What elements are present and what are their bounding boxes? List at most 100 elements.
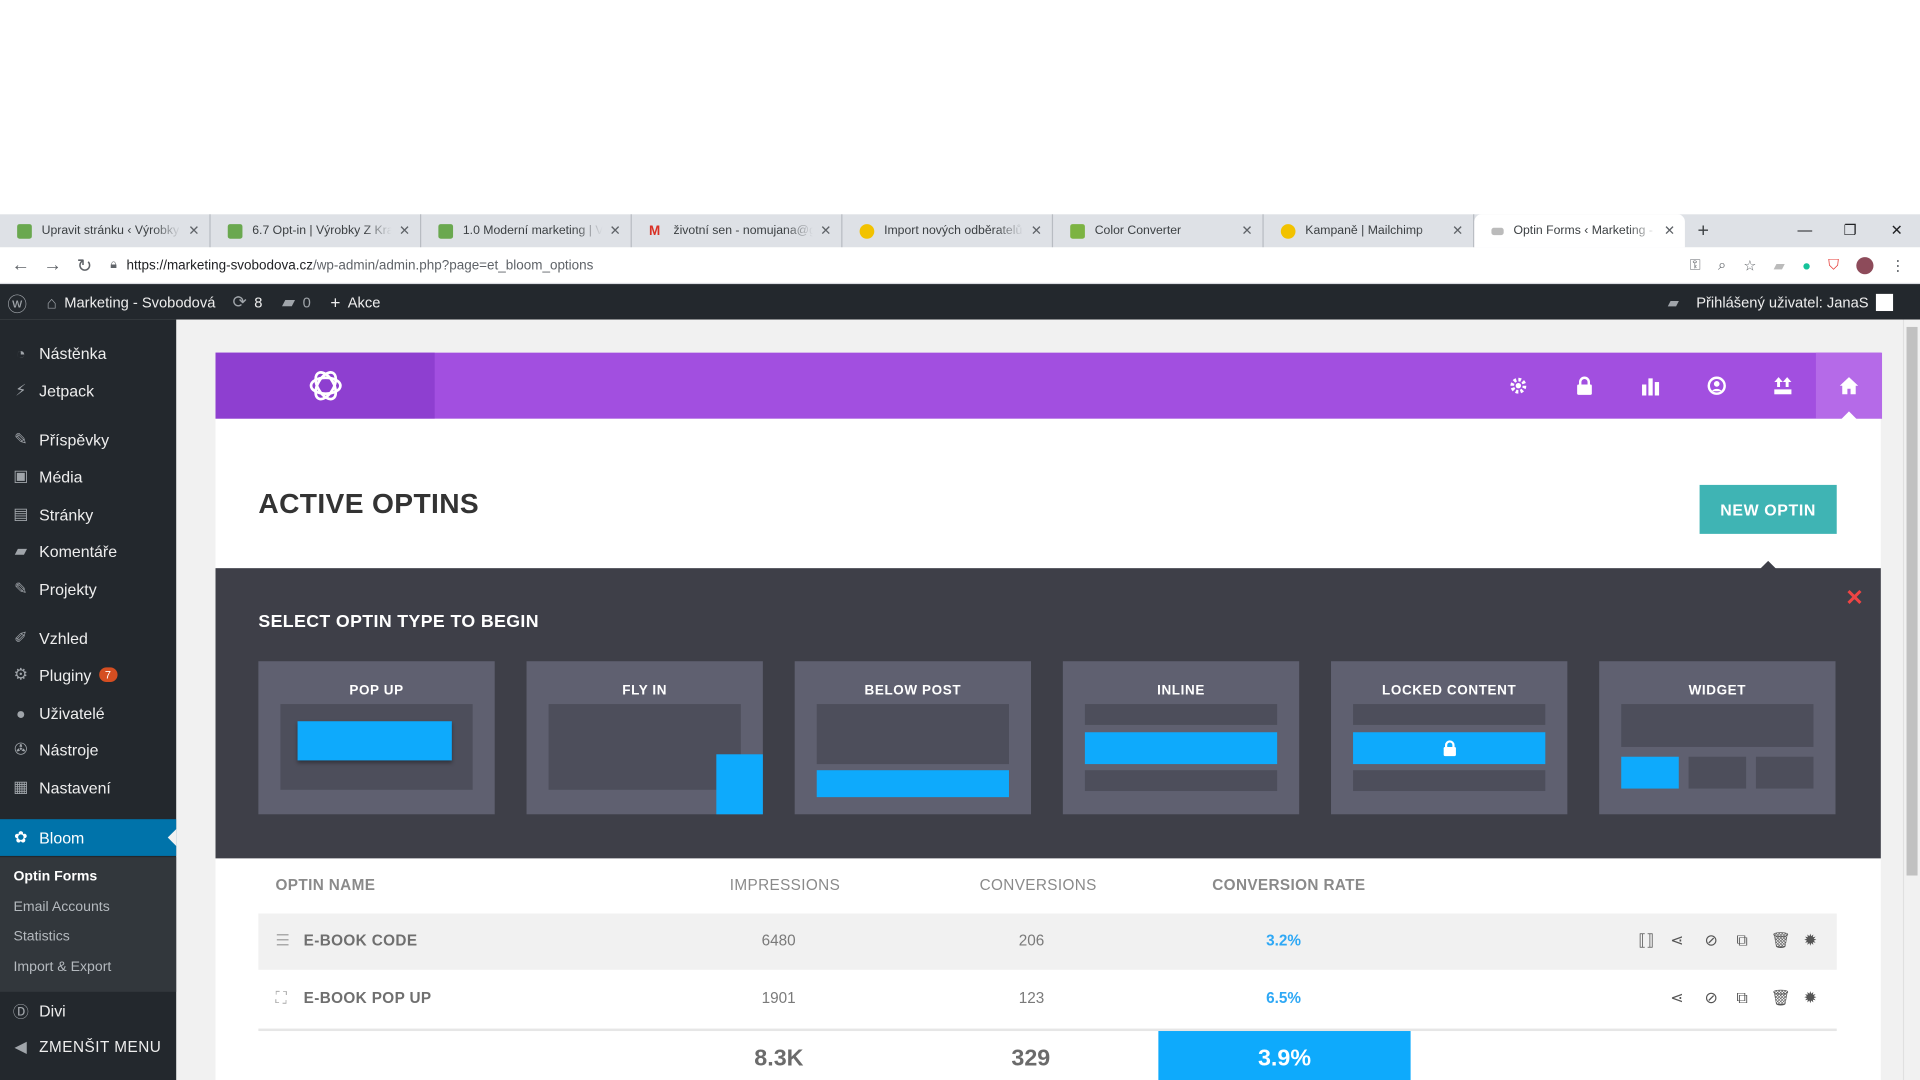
back-icon[interactable]: ← [5,255,37,276]
share-icon[interactable]: ⋖ [1670,988,1683,1008]
optin-type-popup[interactable]: POP UP [258,661,495,815]
site-name-link[interactable]: ⌂ Marketing - Svobodová [47,292,216,312]
page-scrollbar[interactable] [1902,319,1920,1080]
browser-tab[interactable]: 1.0 Moderní marketing | Výrobky✕ [421,214,632,248]
submenu-email-accounts[interactable]: Email Accounts [13,900,109,915]
account-icon[interactable] [1684,353,1750,419]
total-conversions: 329 [1011,1045,1051,1072]
scrollbar-thumb[interactable] [1906,326,1918,876]
minimize-icon[interactable]: — [1782,214,1829,247]
url-path: /wp-admin/admin.php?page=et_bloom_option… [312,257,594,273]
optin-type-below-post[interactable]: BELOW POST [794,661,1032,815]
new-content-link[interactable]: + Akce [330,292,380,312]
sidebar-item-nastaveni[interactable]: ▦ Nastavení [0,769,176,806]
home-icon[interactable] [1815,352,1883,421]
user-icon: ● [15,703,26,722]
close-tab-icon[interactable]: ✕ [188,223,199,239]
browser-tab-active[interactable]: Optin Forms ‹ Marketing - Svobodová✕ [1474,214,1685,248]
sidebar-item-nastenka[interactable]: ◔ Nástěnka [0,334,176,371]
profile-avatar-icon[interactable] [1856,256,1874,274]
delete-icon[interactable]: 🗑︎ [1771,988,1791,1008]
admin-sidebar: ◔ Nástěnka ⚡︎ Jetpack ✎ Příspěvky ▣ Média ▤ S… [0,319,177,1080]
collapse-menu-button[interactable]: ◀ ZMENŠIT MENU [0,1029,176,1066]
browser-tab[interactable]: Color Converter ✕ [1053,214,1264,248]
sidebar-item-prispevky[interactable]: ✎ Příspěvky [0,421,176,458]
duplicate-icon[interactable]: ⧉ [1736,931,1747,951]
grammarly-icon[interactable]: ● [1802,257,1811,274]
restore-icon[interactable]: ❐ [1827,214,1874,247]
submenu-optin-forms[interactable]: Optin Forms [13,869,97,884]
close-tab-icon[interactable]: ✕ [1452,223,1463,239]
comments-link[interactable]: ▰ 0 [282,291,311,312]
import-export-icon[interactable] [1750,353,1816,419]
zoom-icon[interactable]: ⌕ [1718,256,1726,274]
reload-icon[interactable]: ↻ [69,254,101,276]
disable-icon[interactable]: ⊘ [1704,931,1717,951]
shortcode-icon[interactable]: ⟦⟧ [1638,931,1654,951]
submenu-import-export[interactable]: Import & Export [13,960,111,975]
sidebar-item-vzhled[interactable]: ✐ Vzhled [0,620,176,657]
close-tab-icon[interactable]: ✕ [1241,223,1252,239]
wordpress-logo-icon[interactable]: ⓦ [7,287,27,316]
table-row[interactable]: ⛶ E-BOOK POP UP 1901 123 6.5% ⋖ ⊘ ⧉ 🗑︎ ✹ [258,971,1837,1028]
close-tab-icon[interactable]: ✕ [1664,223,1675,239]
sidebar-item-stranky[interactable]: ▤ Stránky [0,496,176,533]
bloom-icon: ✿ [14,827,28,847]
close-tab-icon[interactable]: ✕ [1031,223,1042,239]
sidebar-item-nastroje[interactable]: ✇ Nástroje [0,731,176,768]
close-tab-icon[interactable]: ✕ [820,223,831,239]
lock-icon[interactable] [1551,353,1617,419]
optin-type-widget[interactable]: WIDGET [1599,661,1836,815]
extension-icon[interactable]: ▰ [1774,257,1785,274]
browser-tab[interactable]: Kampaně | Mailchimp ✕ [1264,214,1475,248]
user-avatar[interactable] [1875,293,1894,311]
delete-icon[interactable]: 🗑︎ [1771,931,1791,951]
sidebar-item-divi[interactable]: Ⓓ Divi [0,992,176,1029]
stats-bar-icon[interactable] [1618,353,1684,419]
close-icon[interactable]: ✕ [1845,585,1863,611]
dashboard-icon: ◔ [15,343,26,362]
address-bar[interactable]: 🔒︎ https://marketing-svobodova.cz/wp-adm… [110,258,1689,273]
new-optin-button[interactable]: NEW OPTIN [1699,484,1837,574]
sidebar-item-bloom[interactable]: ✿ Bloom [0,819,177,856]
submenu-statistics[interactable]: Statistics [13,929,69,944]
key-icon[interactable]: ⚿ [1690,256,1701,274]
window-close-icon[interactable]: ✕ [1873,214,1920,247]
sidebar-item-media[interactable]: ▣ Média [0,458,176,495]
media-icon: ▣ [13,466,29,485]
new-tab-button[interactable]: + [1685,214,1722,247]
sidebar-item-uzivatele[interactable]: ● Uživatelé [0,694,176,731]
settings-gear-icon[interactable]: ✹ [1804,988,1817,1008]
close-tab-icon[interactable]: ✕ [610,223,621,239]
sidebar-item-jetpack[interactable]: ⚡︎ Jetpack [0,372,176,409]
shield-extension-icon[interactable]: ⛉ [1828,256,1839,274]
forward-icon[interactable]: → [37,255,69,276]
select-optin-title: SELECT OPTIN TYPE TO BEGIN [258,612,539,632]
close-tab-icon[interactable]: ✕ [399,223,410,239]
settings-gear-icon[interactable] [1485,353,1551,419]
sidebar-item-komentare[interactable]: ▰ Komentáře [0,533,176,570]
total-conversion-rate: 3.9% [1158,1031,1411,1080]
bookmark-star-icon[interactable]: ☆ [1743,257,1756,274]
sidebar-item-pluginy[interactable]: ⚙︎ Pluginy 7 [0,656,176,693]
optin-type-locked-content[interactable]: LOCKED CONTENT [1331,661,1568,815]
share-icon[interactable]: ⋖ [1670,931,1683,951]
notification-icon[interactable]: ▰ [1668,293,1679,310]
browser-menu-icon[interactable]: ⋮ [1891,257,1906,274]
mailchimp-favicon-icon [1280,223,1296,239]
browser-tab[interactable]: 6.7 Opt-in | Výrobky Z Kraje ✕ [211,214,422,248]
duplicate-icon[interactable]: ⧉ [1736,988,1747,1008]
browser-tab[interactable]: Mživotní sen - nomujana@gmail.com✕ [632,214,843,248]
table-row[interactable]: ☰ E-BOOK CODE 6480 206 3.2% ⟦⟧ ⋖ ⊘ ⧉ 🗑︎ … [258,913,1837,970]
wp-admin-bar: ⓦ ⌂ Marketing - Svobodová ⟳ 8 ▰ 0 + Akce ▰ P… [0,284,1920,320]
browser-tab[interactable]: Upravit stránku ‹ Výrobky Z Kraje✕ [0,214,211,248]
disable-icon[interactable]: ⊘ [1704,988,1717,1008]
optin-type-inline[interactable]: INLINE [1062,661,1300,815]
optin-type-flyin[interactable]: FLY IN [526,661,763,815]
settings-gear-icon[interactable]: ✹ [1804,931,1817,951]
url-host: https://marketing-svobodova.cz [126,257,313,273]
browser-tab[interactable]: Import nových odběratelů | Mailchimp✕ [842,214,1054,248]
updates-link[interactable]: ⟳ 8 [233,291,263,312]
sidebar-item-projekty[interactable]: ✎ Projekty [0,571,176,608]
logged-in-user[interactable]: Přihlášený uživatel: JanaS [1696,293,1868,310]
